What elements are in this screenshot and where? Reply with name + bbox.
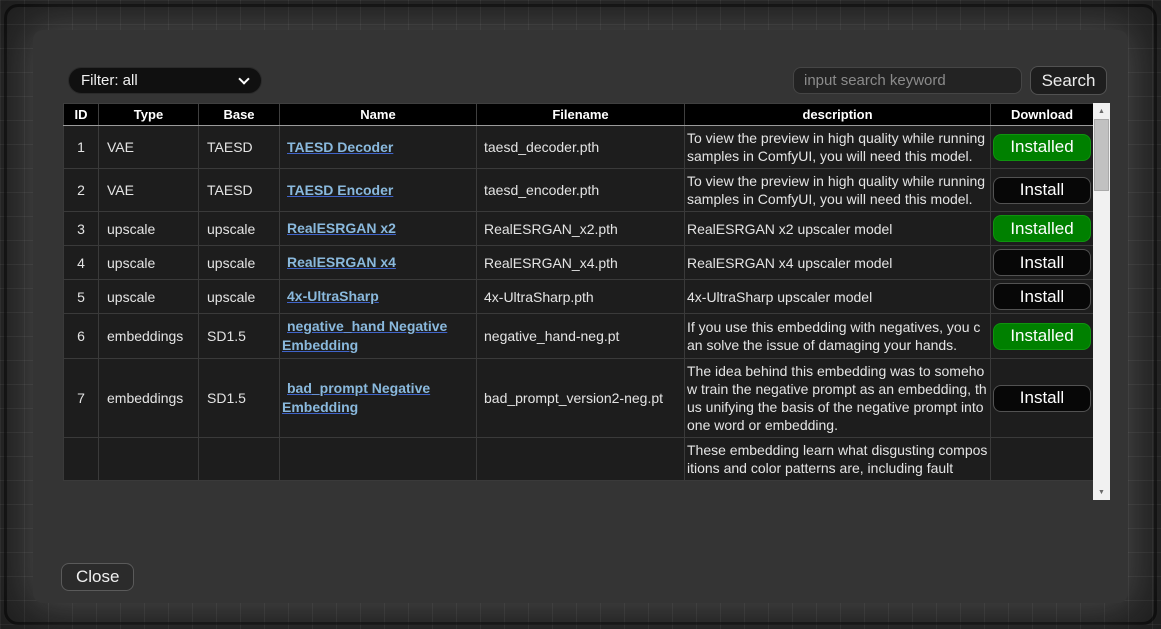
model-name-link[interactable]: bad_prompt Negative Embedding: [282, 379, 474, 417]
table-row: 1VAETAESDTAESD Decoder taesd_decoder.pthT…: [64, 126, 1094, 169]
cell-filename: negative_hand-neg.pt: [477, 314, 685, 359]
cell-name: TAESD Encoder: [280, 169, 477, 212]
cell-type: VAE: [99, 169, 199, 212]
cell-id: 1: [64, 126, 99, 169]
cell-type: upscale: [99, 280, 199, 314]
cell-description: If you use this embedding with negatives…: [685, 314, 991, 359]
cell-type: embeddings: [99, 314, 199, 359]
filter-dropdown-wrap: Filter: all: [68, 67, 262, 94]
cell-base: SD1.5: [199, 359, 280, 438]
cell-download: Install: [991, 280, 1094, 314]
cell-description: To view the preview in high quality whil…: [685, 169, 991, 212]
cell-type: VAE: [99, 126, 199, 169]
cell-download: [991, 438, 1094, 481]
cell-name: RealESRGAN x2: [280, 212, 477, 246]
install-button[interactable]: Install: [993, 177, 1091, 204]
cell-download: Installed: [991, 314, 1094, 359]
column-header: ID: [64, 104, 99, 126]
cell-filename: RealESRGAN_x4.pth: [477, 246, 685, 280]
cell-description: RealESRGAN x4 upscaler model: [685, 246, 991, 280]
scrollbar-up-arrow-icon[interactable]: ▲: [1093, 103, 1110, 119]
table-scrollbar[interactable]: ▲ ▼: [1093, 103, 1110, 500]
model-name-link[interactable]: negative_hand Negative Embedding: [282, 317, 474, 355]
cell-base: upscale: [199, 246, 280, 280]
cell-id: 7: [64, 359, 99, 438]
install-button[interactable]: Install: [993, 385, 1091, 412]
install-button[interactable]: Install: [993, 283, 1091, 310]
models-table-wrap: IDTypeBaseNameFilenamedescriptionDownloa…: [63, 103, 1110, 500]
table-row: 5upscaleupscale4x-UltraSharp4x-UltraShar…: [64, 280, 1094, 314]
cell-download: Install: [991, 169, 1094, 212]
cell-download: Installed: [991, 126, 1094, 169]
table-row: 6embeddingsSD1.5negative_hand Negative E…: [64, 314, 1094, 359]
cell-download: Install: [991, 246, 1094, 280]
model-name-link[interactable]: RealESRGAN x4: [282, 253, 396, 272]
cell-name: [280, 438, 477, 481]
column-header: description: [685, 104, 991, 126]
column-header: Base: [199, 104, 280, 126]
cell-download: Installed: [991, 212, 1094, 246]
cell-filename: [477, 438, 685, 481]
model-name-link[interactable]: TAESD Encoder: [282, 181, 393, 200]
cell-base: TAESD: [199, 126, 280, 169]
cell-base: TAESD: [199, 169, 280, 212]
cell-id: [64, 438, 99, 481]
install-models-dialog: Filter: all Search IDTypeBaseNameFilenam…: [33, 30, 1128, 603]
cell-filename: taesd_encoder.pth: [477, 169, 685, 212]
cell-description: RealESRGAN x2 upscaler model: [685, 212, 991, 246]
column-header: Name: [280, 104, 477, 126]
cell-name: negative_hand Negative Embedding: [280, 314, 477, 359]
cell-description: 4x-UltraSharp upscaler model: [685, 280, 991, 314]
install-button[interactable]: Install: [993, 249, 1091, 276]
cell-base: upscale: [199, 212, 280, 246]
table-row: 3upscaleupscaleRealESRGAN x2RealESRGAN_x…: [64, 212, 1094, 246]
close-button[interactable]: Close: [61, 563, 134, 591]
column-header: Filename: [477, 104, 685, 126]
scrollbar-down-arrow-icon[interactable]: ▼: [1093, 484, 1110, 500]
scrollbar-thumb[interactable]: [1094, 119, 1109, 191]
cell-download: Install: [991, 359, 1094, 438]
cell-base: [199, 438, 280, 481]
column-header: Type: [99, 104, 199, 126]
cell-id: 3: [64, 212, 99, 246]
search-button[interactable]: Search: [1030, 66, 1107, 95]
table-row: 2VAETAESDTAESD Encoder taesd_encoder.pthT…: [64, 169, 1094, 212]
cell-type: [99, 438, 199, 481]
installed-button[interactable]: Installed: [993, 134, 1091, 161]
cell-id: 5: [64, 280, 99, 314]
model-name-link[interactable]: RealESRGAN x2: [282, 219, 396, 238]
table-row: 4upscaleupscaleRealESRGAN x4RealESRGAN_x…: [64, 246, 1094, 280]
cell-name: bad_prompt Negative Embedding: [280, 359, 477, 438]
cell-type: embeddings: [99, 359, 199, 438]
cell-description: These embedding learn what disgusting co…: [685, 438, 991, 481]
cell-type: upscale: [99, 246, 199, 280]
cell-filename: 4x-UltraSharp.pth: [477, 280, 685, 314]
cell-filename: RealESRGAN_x2.pth: [477, 212, 685, 246]
table-row: These embedding learn what disgusting co…: [64, 438, 1094, 481]
column-header: Download: [991, 104, 1094, 126]
filter-dropdown[interactable]: Filter: all: [68, 67, 262, 94]
cell-type: upscale: [99, 212, 199, 246]
models-table: IDTypeBaseNameFilenamedescriptionDownloa…: [63, 103, 1094, 481]
cell-description: The idea behind this embedding was to so…: [685, 359, 991, 438]
model-name-link[interactable]: 4x-UltraSharp: [282, 287, 379, 306]
cell-name: TAESD Decoder: [280, 126, 477, 169]
cell-id: 4: [64, 246, 99, 280]
cell-base: SD1.5: [199, 314, 280, 359]
installed-button[interactable]: Installed: [993, 215, 1091, 242]
cell-id: 6: [64, 314, 99, 359]
table-header-row: IDTypeBaseNameFilenamedescriptionDownloa…: [64, 104, 1094, 126]
installed-button[interactable]: Installed: [993, 323, 1091, 350]
cell-filename: taesd_decoder.pth: [477, 126, 685, 169]
search-input[interactable]: [793, 67, 1022, 94]
table-row: 7embeddingsSD1.5bad_prompt Negative Embe…: [64, 359, 1094, 438]
model-name-link[interactable]: TAESD Decoder: [282, 138, 393, 157]
cell-id: 2: [64, 169, 99, 212]
cell-description: To view the preview in high quality whil…: [685, 126, 991, 169]
cell-base: upscale: [199, 280, 280, 314]
cell-name: RealESRGAN x4: [280, 246, 477, 280]
cell-filename: bad_prompt_version2-neg.pt: [477, 359, 685, 438]
cell-name: 4x-UltraSharp: [280, 280, 477, 314]
